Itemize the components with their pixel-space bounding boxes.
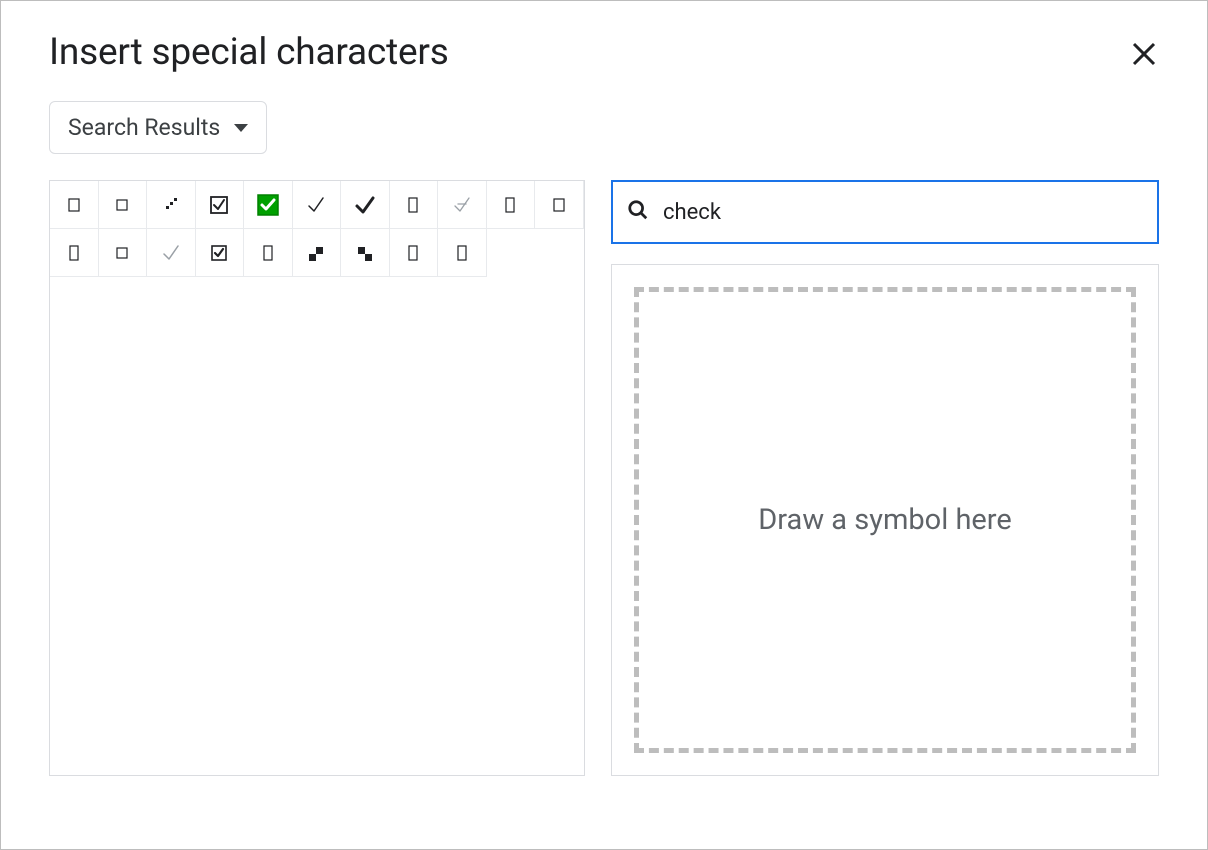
char-white-rect[interactable] bbox=[50, 229, 99, 277]
char-heavy-check-mark[interactable] bbox=[341, 181, 390, 229]
draw-placeholder: Draw a symbol here bbox=[758, 503, 1012, 537]
char-checker-board[interactable] bbox=[293, 229, 342, 277]
char-not-check-mark[interactable] bbox=[438, 181, 487, 229]
char-ballot-box[interactable] bbox=[50, 181, 99, 229]
dropdown-label: Search Results bbox=[68, 114, 220, 141]
char-check-mark[interactable] bbox=[293, 181, 342, 229]
char-light-check-mark[interactable] bbox=[147, 229, 196, 277]
draw-canvas[interactable]: Draw a symbol here bbox=[634, 287, 1136, 753]
close-icon bbox=[1129, 54, 1159, 73]
chevron-down-icon bbox=[234, 124, 248, 132]
category-dropdown[interactable]: Search Results bbox=[49, 101, 267, 154]
char-white-heavy-check-mark[interactable] bbox=[244, 181, 293, 229]
char-checker-pattern[interactable] bbox=[147, 181, 196, 229]
char-ballot-box-2[interactable] bbox=[535, 181, 584, 229]
search-icon bbox=[627, 199, 649, 225]
dialog-title: Insert special characters bbox=[49, 31, 449, 74]
char-vertical-rect[interactable] bbox=[390, 229, 439, 277]
char-white-square-2[interactable] bbox=[99, 229, 148, 277]
char-white-rect-2[interactable] bbox=[244, 229, 293, 277]
char-white-square[interactable] bbox=[99, 181, 148, 229]
character-grid bbox=[49, 180, 585, 776]
char-square-outline[interactable] bbox=[390, 181, 439, 229]
search-box[interactable] bbox=[611, 180, 1159, 244]
draw-panel: Draw a symbol here bbox=[611, 264, 1159, 776]
char-vertical-rect-2[interactable] bbox=[438, 229, 487, 277]
char-checker-board-2[interactable] bbox=[341, 229, 390, 277]
search-input[interactable] bbox=[663, 200, 1143, 225]
char-ballot-box-with-check[interactable] bbox=[196, 181, 245, 229]
char-ballot-box-with-bold-check[interactable] bbox=[196, 229, 245, 277]
char-white-vertical-rectangle[interactable] bbox=[487, 181, 536, 229]
close-button[interactable] bbox=[1123, 33, 1165, 79]
